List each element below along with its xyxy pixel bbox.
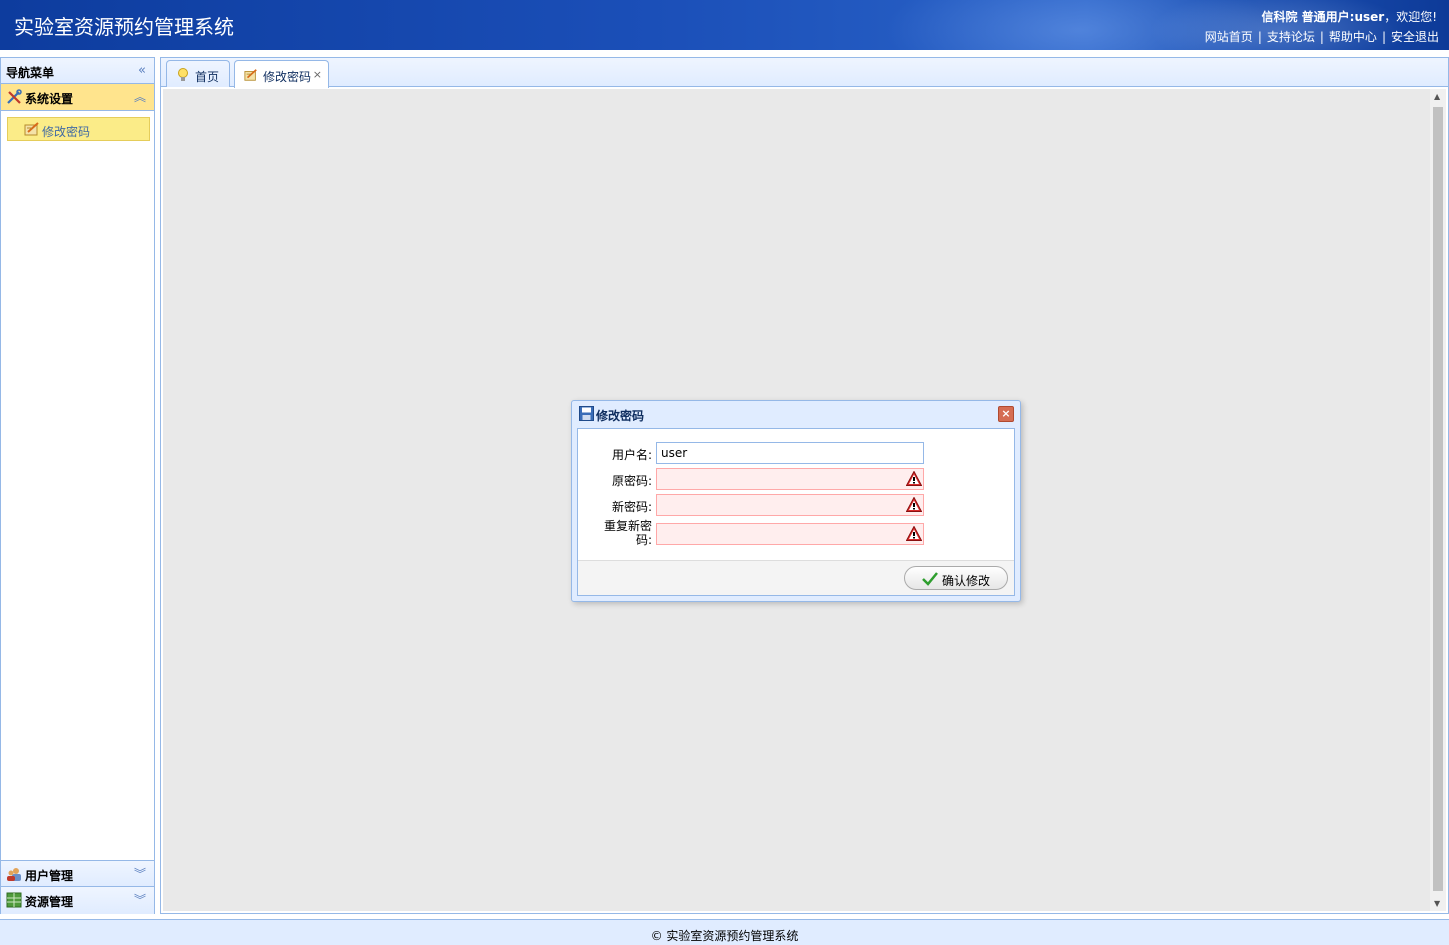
tab-label: 修改密码 bbox=[263, 70, 312, 84]
user-info: 信科院 普通用户:user，欢迎您! bbox=[1261, 8, 1437, 25]
link-home[interactable]: 网站首页 bbox=[1205, 30, 1253, 44]
tab-change-password[interactable]: 修改密码 × bbox=[234, 60, 329, 88]
warning-icon bbox=[906, 526, 922, 541]
field-username: 用户名: bbox=[578, 442, 1014, 464]
chevron-up-icon[interactable]: ︽ bbox=[134, 88, 146, 105]
chevron-down-icon[interactable]: ︾ bbox=[134, 891, 146, 908]
link-help[interactable]: 帮助中心 bbox=[1329, 30, 1377, 44]
section-resource-management[interactable]: 资源管理 ︾ bbox=[1, 887, 154, 914]
vertical-scrollbar[interactable]: ▲ ▼ bbox=[1430, 89, 1446, 911]
dialog-title: 修改密码 bbox=[596, 409, 645, 423]
save-icon bbox=[579, 406, 594, 421]
org-name: 信科院 bbox=[1261, 10, 1298, 24]
footer-text: © 实验室资源预约管理系统 bbox=[650, 929, 799, 943]
field-new-password: 新密码: bbox=[578, 494, 1014, 516]
repeat-password-input[interactable] bbox=[656, 523, 924, 545]
separator: | bbox=[1319, 30, 1324, 44]
section-label: 系统设置 bbox=[25, 92, 74, 106]
tab-home[interactable]: 首页 bbox=[166, 60, 230, 87]
app-title: 实验室资源预约管理系统 bbox=[14, 15, 234, 39]
link-forum[interactable]: 支持论坛 bbox=[1267, 30, 1315, 44]
confirm-button[interactable]: 确认修改 bbox=[904, 566, 1008, 590]
close-icon[interactable]: × bbox=[313, 68, 322, 81]
field-old-password: 原密码: bbox=[578, 468, 1014, 490]
scrollbar-thumb[interactable] bbox=[1433, 107, 1443, 891]
field-label: 重复新密码: bbox=[603, 519, 652, 547]
users-icon bbox=[7, 868, 21, 881]
tools-icon bbox=[7, 89, 22, 104]
scroll-up-icon[interactable]: ▲ bbox=[1434, 92, 1440, 101]
dialog-header[interactable]: 修改密码 × bbox=[572, 401, 1020, 427]
field-repeat-password: 重复新密码: bbox=[578, 519, 1014, 547]
nav-header: 导航菜单 « bbox=[1, 58, 154, 84]
warning-icon bbox=[906, 471, 922, 486]
new-password-input[interactable] bbox=[656, 494, 924, 516]
nav-title: 导航菜单 bbox=[6, 66, 55, 80]
menu-item-label: 修改密码 bbox=[42, 125, 91, 139]
user-label: 普通用户:user bbox=[1301, 10, 1385, 24]
dialog-body: 用户名: 原密码: 新密码: 重复新密码: bbox=[577, 428, 1015, 596]
field-label: 用户名: bbox=[611, 448, 652, 462]
app-footer: © 实验室资源预约管理系统 bbox=[0, 919, 1449, 945]
checkmark-icon bbox=[922, 572, 938, 586]
change-password-dialog: 修改密码 × 用户名: 原密码: 新密码: bbox=[571, 400, 1021, 602]
section-user-management[interactable]: 用户管理 ︾ bbox=[1, 860, 154, 887]
section-user-management-wrap: 用户管理 ︾ 资源管理 ︾ bbox=[1, 860, 154, 914]
grid-icon bbox=[6, 892, 22, 908]
separator: | bbox=[1257, 30, 1262, 44]
tabs-bar: 首页 修改密码 × bbox=[161, 58, 1448, 88]
nav-panel: 导航菜单 « 系统设置 ︽ 修改密码 用户管理 ︾ 资源管理 ︾ bbox=[0, 57, 155, 914]
menu-item-change-password[interactable]: 修改密码 bbox=[7, 117, 150, 141]
close-icon[interactable]: × bbox=[998, 406, 1014, 422]
edit-icon bbox=[24, 122, 39, 136]
separator: | bbox=[1381, 30, 1386, 44]
scroll-down-icon[interactable]: ▼ bbox=[1434, 899, 1440, 908]
top-links: 网站首页 | 支持论坛 | 帮助中心 | 安全退出 bbox=[1205, 28, 1439, 45]
confirm-button-label: 确认修改 bbox=[942, 574, 991, 588]
warning-icon bbox=[906, 497, 922, 512]
dialog-footer: 确认修改 bbox=[578, 560, 1014, 595]
app-header: 实验室资源预约管理系统 信科院 普通用户:user，欢迎您! 网站首页 | 支持论坛… bbox=[0, 0, 1449, 50]
section-system-settings[interactable]: 系统设置 ︽ bbox=[1, 84, 154, 111]
section-label: 用户管理 bbox=[25, 869, 74, 883]
link-logout[interactable]: 安全退出 bbox=[1391, 30, 1439, 44]
field-label: 新密码: bbox=[611, 500, 652, 514]
lightbulb-icon bbox=[178, 68, 188, 81]
edit-icon bbox=[244, 69, 257, 81]
old-password-input[interactable] bbox=[656, 468, 924, 490]
username-input[interactable] bbox=[656, 442, 924, 464]
section-label: 资源管理 bbox=[25, 895, 74, 909]
field-label: 原密码: bbox=[611, 474, 652, 488]
collapse-left-icon[interactable]: « bbox=[138, 63, 146, 78]
chevron-down-icon[interactable]: ︾ bbox=[134, 865, 146, 882]
tab-label: 首页 bbox=[195, 70, 220, 84]
welcome-text: ，欢迎您! bbox=[1384, 10, 1437, 24]
